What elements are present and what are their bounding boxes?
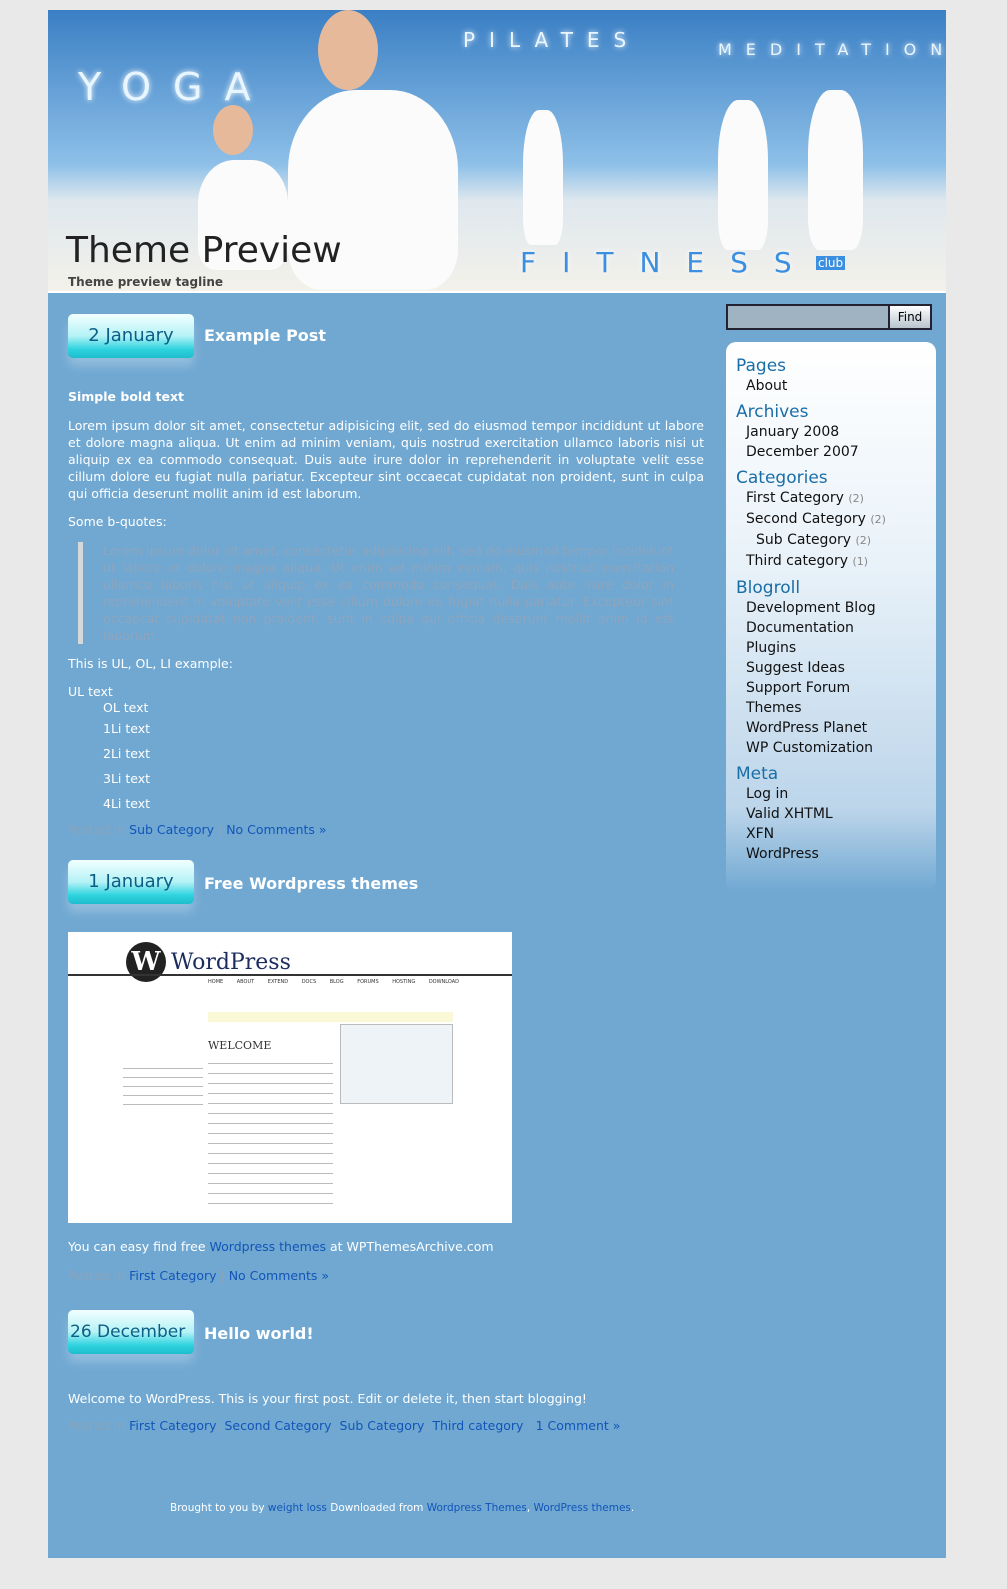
post-hello-world: 26 December Hello world! Welcome to Word… <box>68 1310 704 1470</box>
footer-link[interactable]: Wordpress Themes <box>427 1502 527 1514</box>
post-date: 2 January <box>68 314 194 358</box>
archive-link[interactable]: January 2008 <box>736 422 926 442</box>
post-title[interactable]: Example Post <box>204 326 326 345</box>
ol-text: OL text <box>103 700 149 715</box>
category-item[interactable]: Third category (1) <box>736 551 926 572</box>
posted-in-label: Posted in <box>68 822 126 837</box>
sidebar-widgets: Pages About Archives January 2008 Decembe… <box>726 342 936 892</box>
wordpress-logo-text: WordPress <box>171 950 291 975</box>
blogroll-link[interactable]: Plugins <box>736 638 926 658</box>
yoga-figure-head <box>318 10 378 90</box>
blogroll-link[interactable]: Suggest Ideas <box>736 658 926 678</box>
category-item[interactable]: First Category (2) <box>736 488 926 509</box>
search-form: Find <box>726 304 936 330</box>
find-button[interactable]: Find <box>888 304 932 330</box>
category-link[interactable]: Sub Category <box>129 822 214 837</box>
post-title[interactable]: Free Wordpress themes <box>204 874 418 893</box>
yoga-figure <box>808 90 863 250</box>
screenshot-nav: HOME ABOUT EXTEND DOCS BLOG FORUMS HOSTI… <box>208 979 460 985</box>
category-link[interactable]: Third category <box>432 1418 523 1433</box>
archive-link[interactable]: December 2007 <box>736 442 926 462</box>
yoga-figure-head <box>213 105 253 155</box>
post-paragraph: Lorem ipsum dolor sit amet, consectetur … <box>68 418 704 501</box>
category-item[interactable]: Second Category (2) <box>736 509 926 530</box>
category-link[interactable]: First Category <box>129 1268 216 1283</box>
post-example: 2 January Example Post Simple bold text … <box>68 310 704 860</box>
blogroll-link[interactable]: Development Blog <box>736 598 926 618</box>
blockquote: Lorem ipsum dolor sit amet, consectetur … <box>78 542 674 644</box>
category-link[interactable]: First Category <box>129 1418 216 1433</box>
page-link-about[interactable]: About <box>736 376 926 396</box>
post-meta: Posted in Sub Category | No Comments » <box>68 822 327 837</box>
widget-title-pages: Pages <box>736 356 787 376</box>
sidebar: Find Pages About Archives January 2008 De… <box>726 304 936 892</box>
post-date: 26 December <box>68 1310 194 1354</box>
search-input[interactable] <box>726 304 888 330</box>
bquote-label: Some b-quotes: <box>68 514 167 529</box>
yoga-figure <box>718 100 768 250</box>
screenshot-welcome: WELCOME <box>208 1039 272 1052</box>
meta-link[interactable]: Log in <box>736 784 926 804</box>
site-title[interactable]: Theme Preview <box>66 230 342 271</box>
footer-text: Downloaded from <box>330 1502 424 1514</box>
widget-title-meta: Meta <box>736 764 779 784</box>
footer: Brought to you by weight loss Downloaded… <box>170 1502 635 1514</box>
footer-link[interactable]: weight loss <box>268 1502 327 1514</box>
post-date: 1 January <box>68 860 194 904</box>
blogroll-link[interactable]: Documentation <box>736 618 926 638</box>
wordpress-screenshot: W WordPress HOME ABOUT EXTEND DOCS BLOG … <box>68 932 512 1223</box>
list-item: 2Li text <box>103 746 151 761</box>
post-meta: Posted in First Category | No Comments » <box>68 1268 330 1283</box>
list-item: 4Li text <box>103 796 151 811</box>
blogroll-link[interactable]: WP Customization <box>736 738 926 758</box>
category-link[interactable]: Sub Category <box>340 1418 425 1433</box>
header-banner: YOGA PILATES MEDITATION FITNESS club The… <box>48 10 946 293</box>
post-title[interactable]: Hello world! <box>204 1324 314 1343</box>
banner-word: club <box>816 256 846 270</box>
banner-word: FITNESS <box>520 246 818 279</box>
footer-text: Brought to you by <box>170 1502 265 1514</box>
post-meta: Posted in First Category, Second Categor… <box>68 1418 621 1433</box>
bold-text: Simple bold text <box>68 389 184 404</box>
post-free-themes: 1 January Free Wordpress themes W WordPr… <box>68 860 704 1310</box>
comments-link[interactable]: 1 Comment » <box>536 1418 621 1433</box>
meta-link[interactable]: WordPress <box>736 844 926 864</box>
blogroll-link[interactable]: WordPress Planet <box>736 718 926 738</box>
wordpress-logo-icon: W <box>126 942 166 982</box>
post-text: Welcome to WordPress. This is your first… <box>68 1391 587 1406</box>
category-link[interactable]: Second Category <box>224 1418 331 1433</box>
widget-title-blogroll: Blogroll <box>736 578 801 598</box>
list-item: 1Li text <box>103 721 151 736</box>
yoga-figure <box>523 110 563 245</box>
widget-title-categories: Categories <box>736 468 828 488</box>
post-text: You can easy find free Wordpress themes … <box>68 1239 494 1254</box>
widget-title-archives: Archives <box>736 402 809 422</box>
banner-word: YOGA <box>78 65 273 109</box>
page-container: YOGA PILATES MEDITATION FITNESS club The… <box>48 10 946 1558</box>
category-item[interactable]: Sub Category (2) <box>736 530 926 551</box>
ul-text: UL text <box>68 684 113 699</box>
meta-link[interactable]: XFN <box>736 824 926 844</box>
footer-link[interactable]: WordPress themes <box>534 1502 631 1514</box>
list-label: This is UL, OL, LI example: <box>68 656 233 671</box>
meta-link[interactable]: Valid XHTML <box>736 804 926 824</box>
list-item: 3Li text <box>103 771 151 786</box>
posted-in-label: Posted in <box>68 1418 126 1433</box>
comments-link[interactable]: No Comments » <box>226 822 326 837</box>
posted-in-label: Posted in <box>68 1268 126 1283</box>
blogroll-link[interactable]: Themes <box>736 698 926 718</box>
main-content: 2 January Example Post Simple bold text … <box>68 310 704 1470</box>
blogroll-link[interactable]: Support Forum <box>736 678 926 698</box>
comments-link[interactable]: No Comments » <box>229 1268 329 1283</box>
banner-word: MEDITATION <box>718 40 946 59</box>
banner-word: PILATES <box>463 28 641 52</box>
site-tagline: Theme preview tagline <box>68 275 224 289</box>
wordpress-themes-link[interactable]: Wordpress themes <box>210 1239 327 1254</box>
